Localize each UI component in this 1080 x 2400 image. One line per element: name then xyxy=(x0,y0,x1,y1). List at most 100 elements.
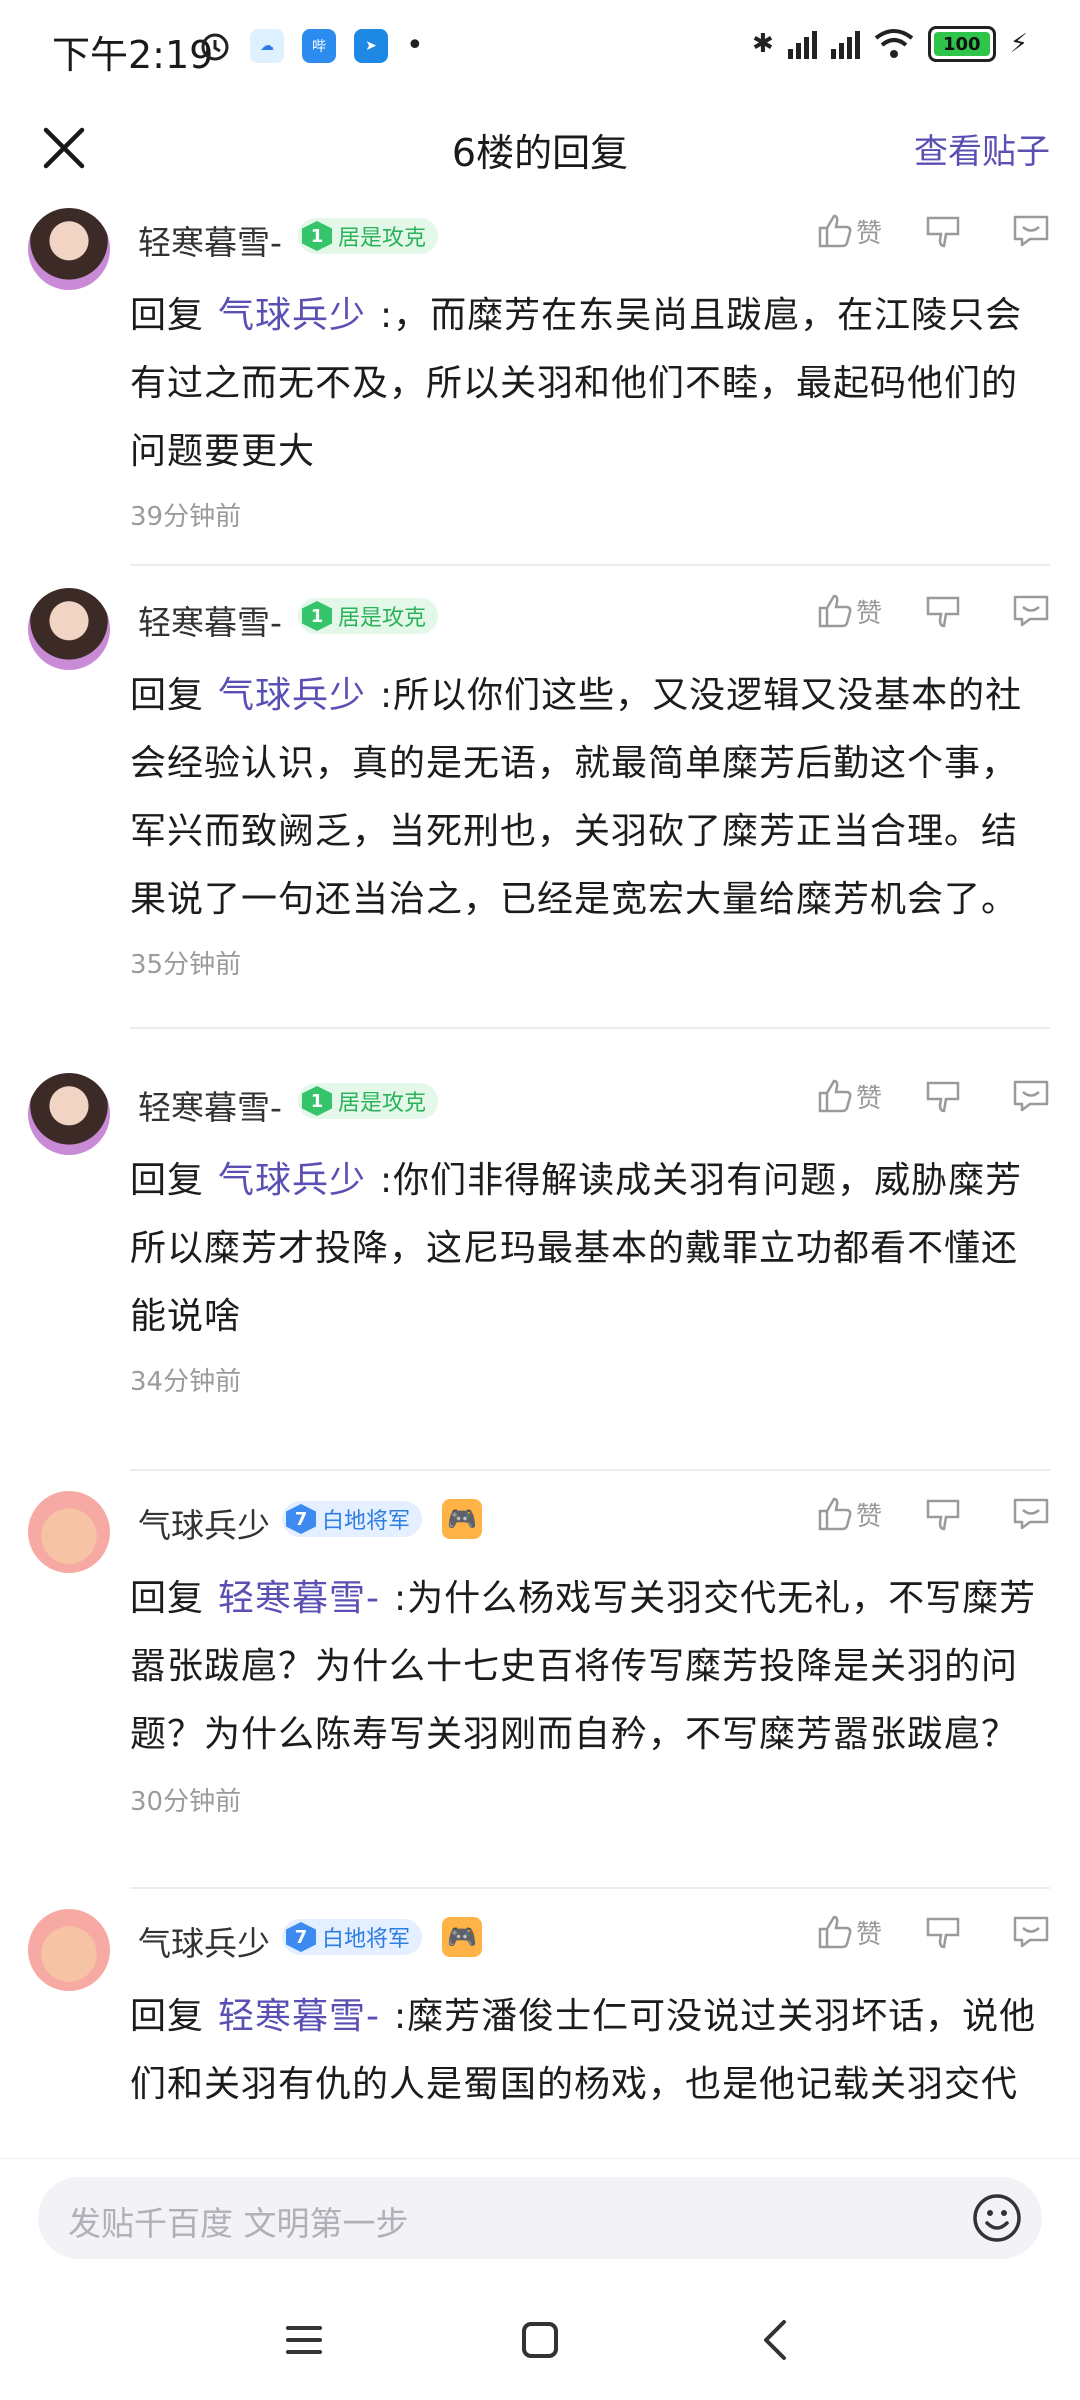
username[interactable]: 轻寒暮雪- xyxy=(138,1081,282,1129)
avatar[interactable] xyxy=(28,1491,110,1573)
view-post-link[interactable]: 查看贴子 xyxy=(914,124,1050,173)
dislike-button[interactable] xyxy=(922,1911,964,1953)
level-badge: 1 居是攻克 xyxy=(298,1083,439,1119)
send-app-icon: ➤ xyxy=(354,28,388,63)
charging-icon: ⚡ xyxy=(1009,29,1028,59)
emoji-icon[interactable] xyxy=(970,2191,1024,2245)
signal-2-icon xyxy=(830,29,860,59)
reply-time: 39分钟前 xyxy=(130,502,242,532)
thumbs-up-icon xyxy=(818,594,852,628)
like-button[interactable]: 赞 xyxy=(814,1493,882,1535)
reply-item: 轻寒暮雪- 1 居是攻克 赞 回复 气球兵少:，而糜芳在东吴尚且跋扈，在江陵只会有过… xyxy=(0,196,1080,576)
like-button[interactable]: 赞 xyxy=(814,1911,882,1953)
cloud-app-icon: ☁ xyxy=(250,28,284,63)
reply-actions: 赞 xyxy=(814,590,1052,632)
system-nav-bar xyxy=(0,2290,1080,2400)
reply-item: 气球兵少 7 白地将军 🎮 赞 回复 轻寒暮雪-:糜芳潘俊士仁可没说过关羽坏话，说他… xyxy=(0,1897,1080,2147)
divider xyxy=(130,564,1050,566)
comment-button[interactable] xyxy=(1010,1911,1052,1953)
thumbs-down-icon xyxy=(926,216,960,248)
reply-content: 回复 气球兵少:，而糜芳在东吴尚且跋扈，在江陵只会有过之而无不及，所以关羽和他们不… xyxy=(130,295,1023,472)
bluetooth-icon: ✱ xyxy=(751,29,774,59)
comment-button[interactable] xyxy=(1010,1493,1052,1535)
comment-icon xyxy=(1013,1916,1049,1948)
mention-link[interactable]: 气球兵少 xyxy=(218,1160,366,1201)
dislike-button[interactable] xyxy=(922,590,964,632)
reply-content: 回复 气球兵少:你们非得解读成关羽有问题，威胁糜芳所以糜芳才投降，这尼玛最基本的戴… xyxy=(130,1160,1023,1337)
signal-1-icon xyxy=(787,29,817,59)
thumbs-up-icon xyxy=(818,1497,852,1531)
more-dot-icon: • xyxy=(406,28,424,63)
gamepad-icon: 🎮 xyxy=(442,1499,482,1539)
reply-content: 回复 气球兵少:所以你们这些，又没逻辑又没基本的社会经验认识，真的是无语，就最简单… xyxy=(130,675,1023,920)
thumbs-down-icon xyxy=(926,1081,960,1113)
level-badge: 1 居是攻克 xyxy=(298,218,439,254)
reply-actions: 赞 xyxy=(814,1911,1052,1953)
like-button[interactable]: 赞 xyxy=(814,210,882,252)
comment-input[interactable]: 发贴千百度 文明第一步 xyxy=(38,2177,1042,2259)
username[interactable]: 轻寒暮雪- xyxy=(138,216,282,264)
reply-actions: 赞 xyxy=(814,1075,1052,1117)
thumbs-up-icon xyxy=(818,1079,852,1113)
level-badge: 7 白地将军 xyxy=(282,1501,423,1537)
status-bar: 下午2:19 ☁ 哔 ➤ • ✱ 100 ⚡ xyxy=(0,0,1080,100)
comment-button[interactable] xyxy=(1010,210,1052,252)
comment-input-bar: 发贴千百度 文明第一步 xyxy=(0,2158,1080,2259)
reply-actions: 赞 xyxy=(814,210,1052,252)
avatar[interactable] xyxy=(28,208,110,290)
avatar[interactable] xyxy=(28,1909,110,1991)
reply-content: 回复 轻寒暮雪-:糜芳潘俊士仁可没说过关羽坏话，说他们和关羽有仇的人是蜀国的杨戏，… xyxy=(130,1996,1037,2105)
thumbs-down-icon xyxy=(926,596,960,628)
level-badge: 1 居是攻克 xyxy=(298,598,439,634)
back-icon[interactable] xyxy=(746,2310,806,2370)
comment-icon xyxy=(1013,595,1049,627)
mention-link[interactable]: 轻寒暮雪- xyxy=(218,1996,380,2037)
comment-button[interactable] xyxy=(1010,1075,1052,1117)
avatar[interactable] xyxy=(28,1073,110,1155)
alarm-icon xyxy=(201,33,229,60)
status-right: ✱ 100 ⚡ xyxy=(752,26,1028,62)
username[interactable]: 轻寒暮雪- xyxy=(138,596,282,644)
divider xyxy=(130,1887,1050,1889)
wifi-icon xyxy=(874,29,913,58)
thumbs-up-icon xyxy=(818,1915,852,1949)
thumbs-up-icon xyxy=(818,214,852,248)
comment-icon xyxy=(1013,1080,1049,1112)
status-time: 下午2:19 xyxy=(52,33,214,77)
reply-item: 轻寒暮雪- 1 居是攻克 赞 回复 气球兵少:你们非得解读成关羽有问题，威胁糜芳所以… xyxy=(0,1061,1080,1479)
divider xyxy=(130,1027,1050,1029)
comment-input-placeholder: 发贴千百度 文明第一步 xyxy=(68,2204,409,2243)
dislike-button[interactable] xyxy=(922,1493,964,1535)
dislike-button[interactable] xyxy=(922,210,964,252)
comment-button[interactable] xyxy=(1010,590,1052,632)
avatar[interactable] xyxy=(28,588,110,670)
like-button[interactable]: 赞 xyxy=(814,1075,882,1117)
bilibili-app-icon: 哔 xyxy=(302,28,336,63)
page-header: 6楼的回复 查看贴子 xyxy=(0,100,1080,196)
reply-list: 轻寒暮雪- 1 居是攻克 赞 回复 气球兵少:，而糜芳在东吴尚且跋扈，在江陵只会有过… xyxy=(0,196,1080,2147)
reply-content: 回复 轻寒暮雪-:为什么杨戏写关羽交代无礼，不写糜芳嚣张跋扈？为什么十七史百将传写… xyxy=(130,1578,1037,1755)
home-icon[interactable] xyxy=(510,2310,570,2370)
dislike-button[interactable] xyxy=(922,1075,964,1117)
reply-item: 气球兵少 7 白地将军 🎮 赞 回复 轻寒暮雪-:为什么杨戏写关羽交代无礼，不写糜芳… xyxy=(0,1479,1080,1897)
gamepad-icon: 🎮 xyxy=(442,1917,482,1957)
thumbs-down-icon xyxy=(926,1499,960,1531)
username[interactable]: 气球兵少 xyxy=(138,1917,270,1965)
reply-time: 35分钟前 xyxy=(130,950,242,980)
thumbs-down-icon xyxy=(926,1917,960,1949)
like-button[interactable]: 赞 xyxy=(814,590,882,632)
mention-link[interactable]: 轻寒暮雪- xyxy=(218,1578,380,1619)
username[interactable]: 气球兵少 xyxy=(138,1499,270,1547)
level-badge: 7 白地将军 xyxy=(282,1919,423,1955)
battery-indicator: 100 xyxy=(927,26,996,62)
reply-time: 30分钟前 xyxy=(130,1787,242,1817)
comment-icon xyxy=(1013,1498,1049,1530)
reply-actions: 赞 xyxy=(814,1493,1052,1535)
reply-item: 轻寒暮雪- 1 居是攻克 赞 回复 气球兵少:所以你们这些，又没逻辑又没基本的社会经… xyxy=(0,576,1080,1061)
comment-icon xyxy=(1013,215,1049,247)
reply-time: 34分钟前 xyxy=(130,1367,242,1397)
mention-link[interactable]: 气球兵少 xyxy=(218,675,366,716)
menu-icon[interactable] xyxy=(274,2310,334,2370)
mention-link[interactable]: 气球兵少 xyxy=(218,295,366,336)
status-notification-icons: ☁ 哔 ➤ • xyxy=(198,28,424,63)
